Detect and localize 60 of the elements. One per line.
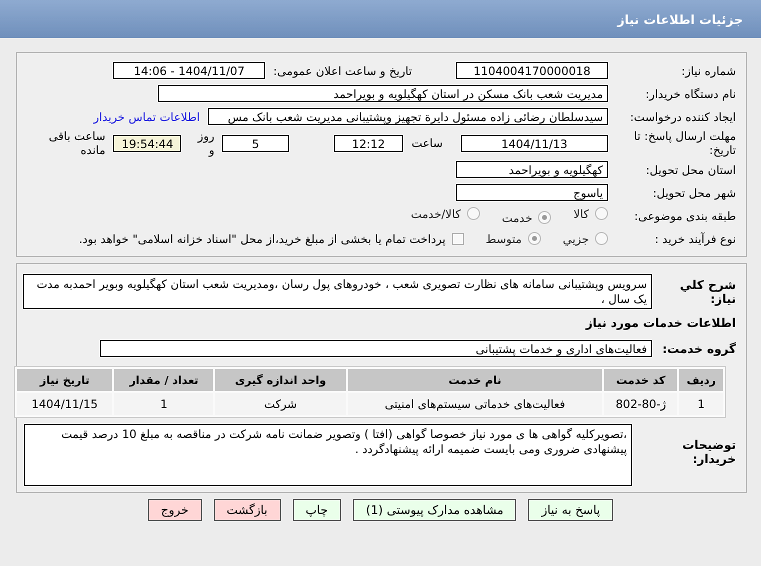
action-button[interactable]: مشاهده مدارک پیوستی (1): [352, 499, 516, 521]
service-group-field: فعالیت‌های اداری و خدمات پشتیبانی: [100, 340, 652, 357]
radio-button[interactable]: [466, 207, 480, 220]
field-label: نوع فرآیند خرید :: [654, 232, 737, 246]
radio-button[interactable]: [528, 232, 541, 245]
need-number-field: 1104004170000018: [456, 62, 608, 79]
remaining-time-field: 19:54:44: [113, 134, 182, 152]
field-label: شماره نیاز:: [680, 64, 737, 78]
table-cell: 1: [679, 393, 723, 415]
requester-field: سیدسلطان رضائی زاده مسئول دایرة تجهیز وپشتیبانی مدیریت شعب بانک مس: [208, 108, 608, 125]
field-label: نام دستگاه خریدار:: [644, 86, 737, 100]
column-header: کد خدمت: [604, 369, 678, 391]
field-label: تاریخ و ساعت اعلان عمومی:: [273, 64, 412, 78]
deadline-time-field: 12:12: [334, 134, 404, 152]
field-label: طبقه بندی موضوعی:: [633, 208, 737, 222]
column-header: ردیف: [679, 369, 723, 391]
column-header: تعداد / مقدار: [114, 369, 214, 391]
deadline-date-field: 1404/11/13: [460, 134, 608, 152]
radio-label: متوسط: [486, 232, 522, 246]
page-title: جزئیات اطلاعات نیاز: [617, 12, 743, 26]
remaining-label: ساعت باقی مانده: [48, 129, 106, 157]
radio-label: کالا: [573, 206, 589, 220]
buyer-org-field: مدیریت شعب بانک مسکن در استان کهگیلویه و بویراحمد: [158, 85, 608, 102]
field-label: توضیحات خریدار:: [681, 438, 737, 466]
field-label: شهر محل تحویل:: [652, 186, 737, 200]
column-header: نام خدمت: [348, 369, 602, 391]
checkbox[interactable]: [452, 232, 464, 244]
field-label: ایجاد کننده درخواست:: [629, 110, 737, 124]
buyer-notes-field: ،تصویرکلیه گواهی ها ی مورد نیاز خصوصا گواهی (افتا ) وتصویر ضمانت نامه شرکت در مناقصه به مبلغ 10 درصد قیمت پیشنهادی ضروری ومی بایست ضمیمه ارائه پیشنهادگردد .: [24, 424, 632, 486]
radio-button[interactable]: [595, 207, 608, 220]
column-header: تاریخ نیاز: [17, 369, 112, 391]
action-button[interactable]: پاسخ به نیاز: [528, 499, 614, 521]
table-cell: 1: [114, 393, 214, 415]
radio-button[interactable]: [538, 211, 552, 224]
table-cell: ژ-80-802: [604, 393, 678, 415]
radio-label: کالا/خدمت: [410, 206, 461, 220]
section-heading: اطلاعات خدمات مورد نیاز: [586, 316, 737, 330]
table-cell: 1404/11/15: [17, 393, 112, 415]
checkbox-label: پرداخت تمام یا بخشی از مبلغ خرید،از محل "اسناد خزانه اسلامی" خواهد بود.: [78, 232, 446, 246]
action-button[interactable]: خروج: [148, 499, 202, 521]
field-label: شرح کلي نیاز:: [678, 278, 737, 306]
announce-date-field: 1404/11/07 - 14:06: [113, 62, 266, 79]
buyer-contact-link[interactable]: اطلاعات تماس خریدار: [93, 110, 200, 124]
radio-label: جزیي: [562, 232, 589, 246]
action-button[interactable]: بازگشت: [214, 499, 280, 521]
action-button[interactable]: چاپ: [292, 499, 341, 521]
column-header: واحد اندازه گیری: [215, 369, 346, 391]
radio-button[interactable]: [595, 232, 608, 245]
days-label: روز و: [196, 129, 214, 157]
table-cell: فعالیت‌های خدماتی سیستم‌های امنیتی: [348, 393, 602, 415]
days-field: 5: [222, 134, 289, 152]
province-field: کهگیلویه و بویراحمد: [456, 161, 608, 178]
city-field: یاسوج: [456, 184, 608, 201]
field-label: استان محل تحویل:: [644, 162, 737, 176]
field-label: گروه خدمت:: [661, 342, 737, 356]
field-label: مهلت ارسال پاسخ: تا تاریخ:: [632, 129, 737, 157]
table-cell: شرکت: [215, 393, 346, 415]
description-field: سرویس وپشتیبانی سامانه های نظارت تصویری شعب ، خودروهای پول رسان ،ومدیریت شعب استان کهگیلویه وبویر احمدبه مدت یک سال ،: [23, 274, 652, 309]
radio-label: خدمت: [502, 210, 532, 224]
time-label: ساعت: [411, 136, 443, 150]
